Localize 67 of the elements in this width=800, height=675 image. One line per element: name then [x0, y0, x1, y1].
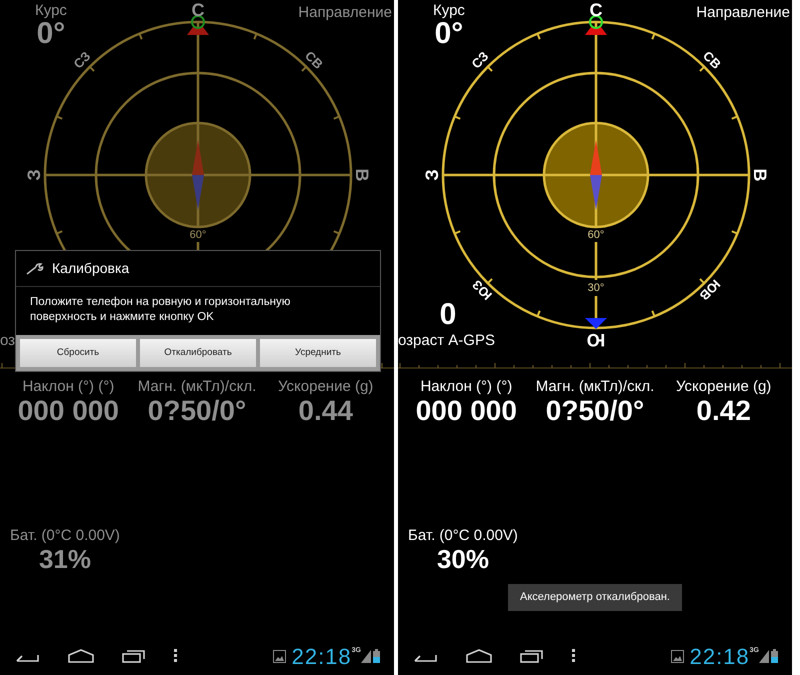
battery-value: 30%	[436, 544, 489, 574]
east-label: В	[352, 168, 372, 182]
image-icon	[272, 650, 286, 662]
menu-icon[interactable]	[572, 649, 576, 663]
stat-value: 000 000	[18, 395, 119, 427]
menu-icon[interactable]	[174, 649, 178, 663]
battery-icon	[373, 649, 380, 663]
stat-value: 0?50/0°	[148, 395, 246, 427]
recent-apps-icon[interactable]	[520, 649, 544, 663]
home-icon[interactable]	[466, 649, 492, 663]
course-value: 0°	[434, 20, 464, 48]
direction-label: Направление	[298, 3, 392, 23]
ring-degree-label: 60°	[588, 229, 604, 241]
west-label: З	[24, 169, 44, 181]
direction-label: Направление	[696, 3, 790, 23]
dialog-button[interactable]: Откалибровать	[140, 339, 256, 367]
ring-degree-label: 30°	[588, 282, 604, 294]
home-icon[interactable]	[68, 649, 94, 663]
dialog-title: Калибровка	[52, 259, 130, 278]
signal-icon	[759, 650, 769, 662]
north-marker-icon	[187, 15, 209, 35]
clock-time: 22:18	[292, 642, 352, 670]
battery-label: Бат. (0°C 0.00V)	[10, 527, 120, 544]
west-label: З	[422, 169, 442, 181]
stat-value: 000 000	[416, 395, 517, 427]
compass-needle-drawing	[590, 140, 602, 210]
dialog-button[interactable]: Усреднить	[260, 339, 376, 367]
gps-age-label: озраст A-GPS	[398, 331, 495, 351]
dialog-button[interactable]: Сбросить	[20, 339, 136, 367]
stat-label: Ускорение (g)	[676, 378, 772, 395]
compass-needle-drawing	[192, 140, 204, 210]
course-value: 0°	[36, 20, 66, 48]
course-label: Курс	[433, 2, 465, 20]
stat-value: 0.42	[696, 395, 751, 427]
stat-label: Магн. (мкТл)/скл.	[536, 378, 654, 395]
recent-apps-icon[interactable]	[122, 649, 146, 663]
southeast-label: ЮВ	[696, 276, 724, 304]
battery-value: 31%	[38, 544, 91, 574]
southwest-label: ЮЗ	[469, 277, 495, 303]
image-icon	[670, 650, 684, 662]
stat-label: Наклон (°) (°)	[420, 378, 512, 395]
course-label: Курс	[35, 2, 67, 20]
north-marker-icon	[585, 15, 607, 35]
dialog-message: Положите телефон на ровную и горизонтальную поверхность и нажмите кнопку OK	[29, 295, 292, 325]
stat-value: 0?50/0°	[546, 395, 644, 427]
toast-message: Акселерометр откалиброван.	[508, 584, 682, 610]
battery-icon	[771, 649, 778, 663]
northwest-label: СЗ	[468, 48, 492, 72]
signal-icon	[361, 650, 371, 662]
stat-label: Наклон (°) (°)	[22, 378, 114, 395]
northeast-label: СВ	[700, 48, 724, 72]
stat-label: Магн. (мкТл)/скл.	[138, 378, 256, 395]
battery-label: Бат. (0°C 0.00V)	[408, 527, 518, 544]
ring-degree-label: 60°	[190, 229, 206, 241]
northwest-label: СЗ	[70, 48, 94, 72]
gps-age-label: оз	[0, 331, 16, 351]
north-label: С	[590, 0, 602, 20]
wrench-icon	[26, 262, 44, 274]
south-label: Ю	[586, 330, 606, 350]
stat-label: Ускорение (g)	[278, 378, 374, 395]
east-label: В	[750, 168, 770, 182]
south-marker-icon	[585, 318, 607, 329]
north-label: С	[192, 0, 204, 20]
gps-age-value: 0	[440, 300, 456, 330]
stat-value: 0.44	[298, 395, 353, 427]
clock-time: 22:18	[690, 642, 750, 670]
northeast-label: СВ	[302, 48, 326, 72]
